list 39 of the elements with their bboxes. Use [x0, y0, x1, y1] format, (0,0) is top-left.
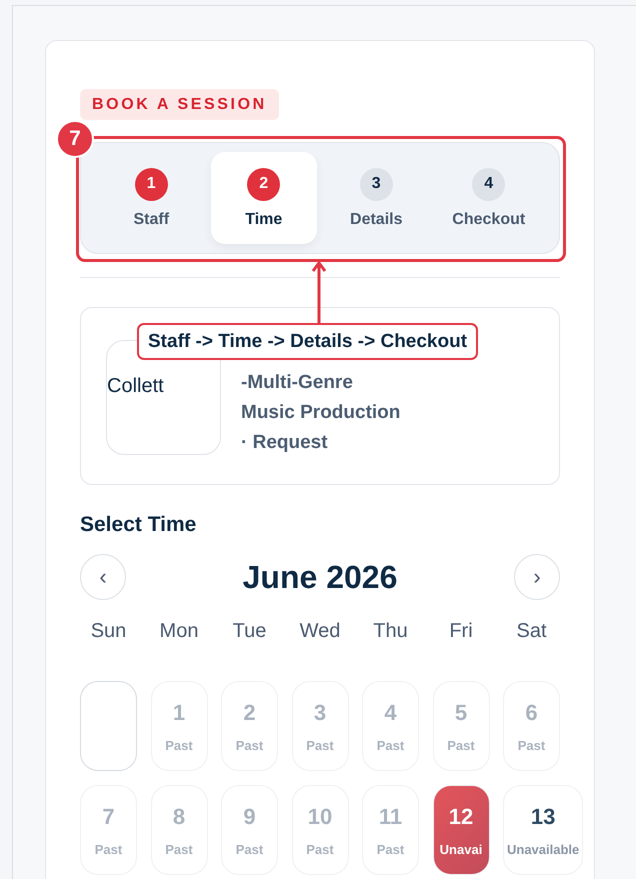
weekday-label: Sun	[90, 620, 128, 643]
day-cell[interactable]: 13 Unavailable	[503, 785, 584, 875]
previous-month-button[interactable]: ‹	[80, 554, 126, 600]
step-number: 1	[134, 168, 168, 200]
weekday-label: Fri	[448, 620, 474, 643]
day-cell[interactable]: 10 Past	[292, 785, 348, 875]
leader-arrow	[312, 261, 326, 325]
day-cell[interactable]: 12 Unavai	[432, 785, 490, 875]
weekday-label: Thu	[372, 620, 409, 643]
step-number: 3	[360, 168, 393, 200]
day-cell[interactable]: 9 Past	[221, 785, 278, 875]
annotation-number: 7	[56, 120, 94, 158]
step-number: 4	[472, 168, 506, 200]
step-tab[interactable]: 1 Staff	[98, 152, 204, 244]
service-text: -Multi-Genre	[241, 371, 354, 395]
weekday-label: Wed	[298, 620, 342, 643]
month-title: June 2026	[242, 558, 398, 596]
day-cell[interactable]: 6 Past	[503, 681, 560, 771]
step-tab[interactable]: 3 Details	[323, 152, 430, 244]
section-title: Select Time	[80, 513, 198, 537]
step-tab[interactable]: 4 Checkout	[436, 152, 542, 244]
day-cell[interactable]: 7 Past	[80, 785, 137, 875]
next-month-button[interactable]: ›	[514, 554, 560, 600]
weekday-label: Sat	[515, 620, 548, 643]
weekday-label: Tue	[232, 620, 268, 643]
step-number: 2	[247, 168, 280, 200]
day-cell[interactable]: 1 Past	[150, 681, 208, 771]
day-cell[interactable]: 3 Past	[292, 681, 348, 771]
section-badge: BOOK A SESSION	[80, 89, 279, 120]
day-cell[interactable]: 5 Past	[432, 681, 490, 771]
service-text: · Request	[241, 431, 329, 455]
day-cell[interactable]: 8 Past	[150, 785, 208, 875]
day-cell[interactable]: 11 Past	[362, 785, 419, 875]
annotation-label: Staff -> Time -> Details -> Checkout	[137, 323, 478, 360]
day-cell[interactable]: 4 Past	[362, 681, 419, 771]
service-text: Music Production	[241, 401, 400, 425]
day-cell[interactable]: 2 Past	[221, 681, 278, 771]
step-tab[interactable]: 2 Time	[210, 152, 317, 244]
weekday-label: Mon	[158, 620, 200, 643]
